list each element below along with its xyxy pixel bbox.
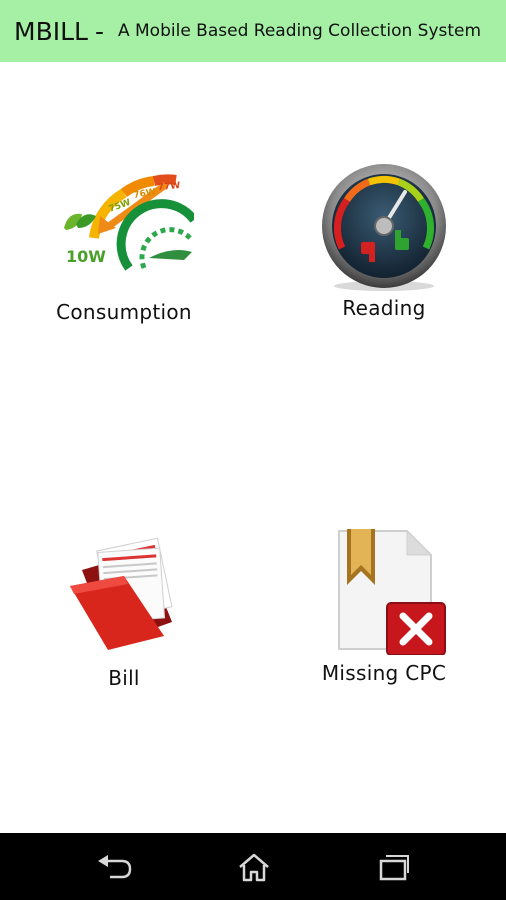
home-icon bbox=[239, 853, 269, 882]
back-icon bbox=[98, 855, 132, 879]
menu-item-label: Bill bbox=[108, 666, 140, 690]
app-header: MBILL - A Mobile Based Reading Collectio… bbox=[0, 0, 506, 62]
recents-icon bbox=[379, 855, 409, 881]
title-separator: - bbox=[94, 16, 104, 46]
app-title: MBILL bbox=[14, 16, 88, 46]
speedometer-gauge-icon bbox=[322, 164, 446, 291]
app-subtitle: A Mobile Based Reading Collection System bbox=[117, 21, 482, 41]
menu-item-consumption[interactable]: 10W 75W 76W 77W Consumption bbox=[44, 168, 204, 324]
recents-button[interactable] bbox=[370, 847, 418, 887]
menu-item-label: Missing CPC bbox=[321, 661, 447, 685]
menu-item-label: Reading bbox=[342, 296, 426, 320]
red-folder-icon bbox=[70, 537, 173, 650]
menu-item-reading[interactable]: Reading bbox=[304, 162, 464, 320]
document-missing-icon bbox=[338, 529, 446, 655]
menu-item-label: Consumption bbox=[56, 300, 192, 324]
navigation-bar bbox=[0, 833, 506, 900]
home-button[interactable] bbox=[230, 847, 278, 887]
menu-item-missing-cpc[interactable]: Missing CPC bbox=[304, 525, 464, 685]
energy-consumption-icon: 10W 75W 76W 77W bbox=[64, 174, 194, 271]
consumption-level-label: 77W bbox=[157, 181, 180, 193]
back-button[interactable] bbox=[90, 847, 138, 887]
menu-item-bill[interactable]: Bill bbox=[44, 532, 204, 690]
consumption-low-label: 10W bbox=[66, 247, 106, 266]
